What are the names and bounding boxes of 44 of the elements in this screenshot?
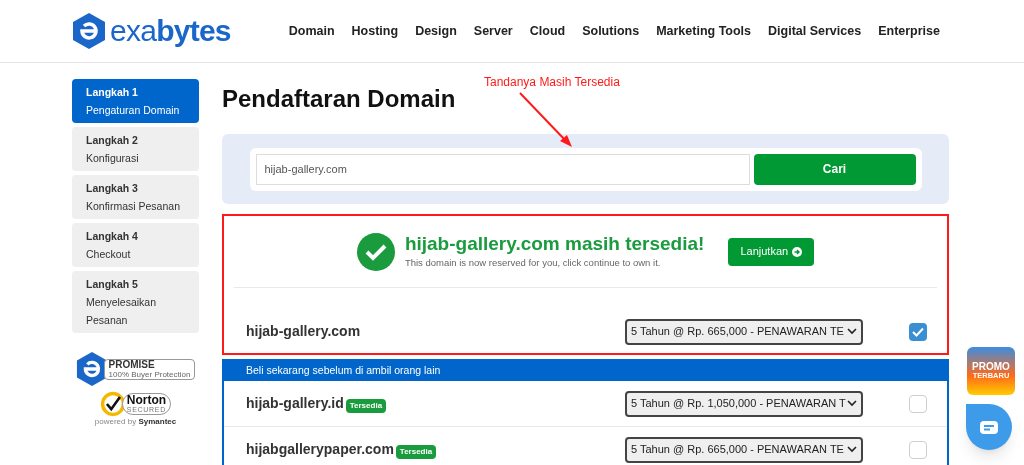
nav-link[interactable]: Design [415,21,457,41]
available-badge: Tersedia [395,444,437,459]
step-item[interactable]: Langkah 4 Checkout [72,223,199,267]
annotation-text: Tandanya Masih Tersedia [484,74,620,91]
arrow-circle-icon [792,246,803,257]
step-item[interactable]: Langkah 3 Konfirmasi Pesanan [72,175,199,219]
availability-subtext: This domain is now reserved for you, click continue to own it. [404,256,662,271]
chevron-down-icon [847,400,857,407]
chat-button[interactable] [966,404,1012,450]
domain-name: hijabgallerypaper.com [246,440,394,459]
search-button[interactable]: Cari [753,153,916,185]
domain-name: hijab-gallery.com [246,322,362,341]
nav-link[interactable]: Marketing Tools [656,21,752,41]
suggestions-header: Beli sekarang sebelum di ambil orang lain [224,361,947,381]
nav-link[interactable]: Server [473,21,513,41]
chevron-down-icon [847,446,857,453]
annotation-arrow [518,91,574,149]
promise-badge: PROMISE 100% Buyer Protection [75,351,196,387]
price-select[interactable]: 5 Tahun @ Rp. 1,050,000 - PENAWARAN T [625,390,863,417]
price-select[interactable]: 5 Tahun @ Rp. 665,000 - PENAWARAN TE [625,436,863,463]
nav-link[interactable]: Cloud [529,21,566,41]
step-item[interactable]: Langkah 2 Konfigurasi [72,127,199,171]
available-badge: Tersedia [345,398,387,413]
search-field[interactable]: hijab-gallery.com [255,153,750,185]
page-title: Pendaftaran Domain [222,84,457,114]
logo-icon [72,12,106,50]
availability-headline: hijab-gallery.com masih tersedia! [404,232,705,257]
nav-link[interactable]: Hosting [351,21,399,41]
nav-link[interactable]: Digital Services [768,21,862,41]
nav-link[interactable]: Solutions [582,21,640,41]
checkbox[interactable] [909,394,927,413]
checkbox[interactable] [909,322,927,341]
chat-icon [980,420,998,434]
nav-link[interactable]: Domain [288,21,335,41]
check-circle-icon [356,232,395,271]
chevron-down-icon [847,328,857,335]
price-select[interactable]: 5 Tahun @ Rp. 665,000 - PENAWARAN TE [625,318,863,345]
nav-link[interactable]: Enterprise [878,21,940,41]
checkbox[interactable] [909,440,927,459]
continue-button[interactable]: Lanjutkan [728,237,815,266]
step-item[interactable]: Langkah 5 Menyelesaikan Pesanan [72,271,199,333]
logo-text: exabytes [110,16,231,46]
step-item[interactable]: Langkah 1 Pengaturan Domain [72,79,199,123]
domain-name: hijab-gallery.id [246,394,344,413]
